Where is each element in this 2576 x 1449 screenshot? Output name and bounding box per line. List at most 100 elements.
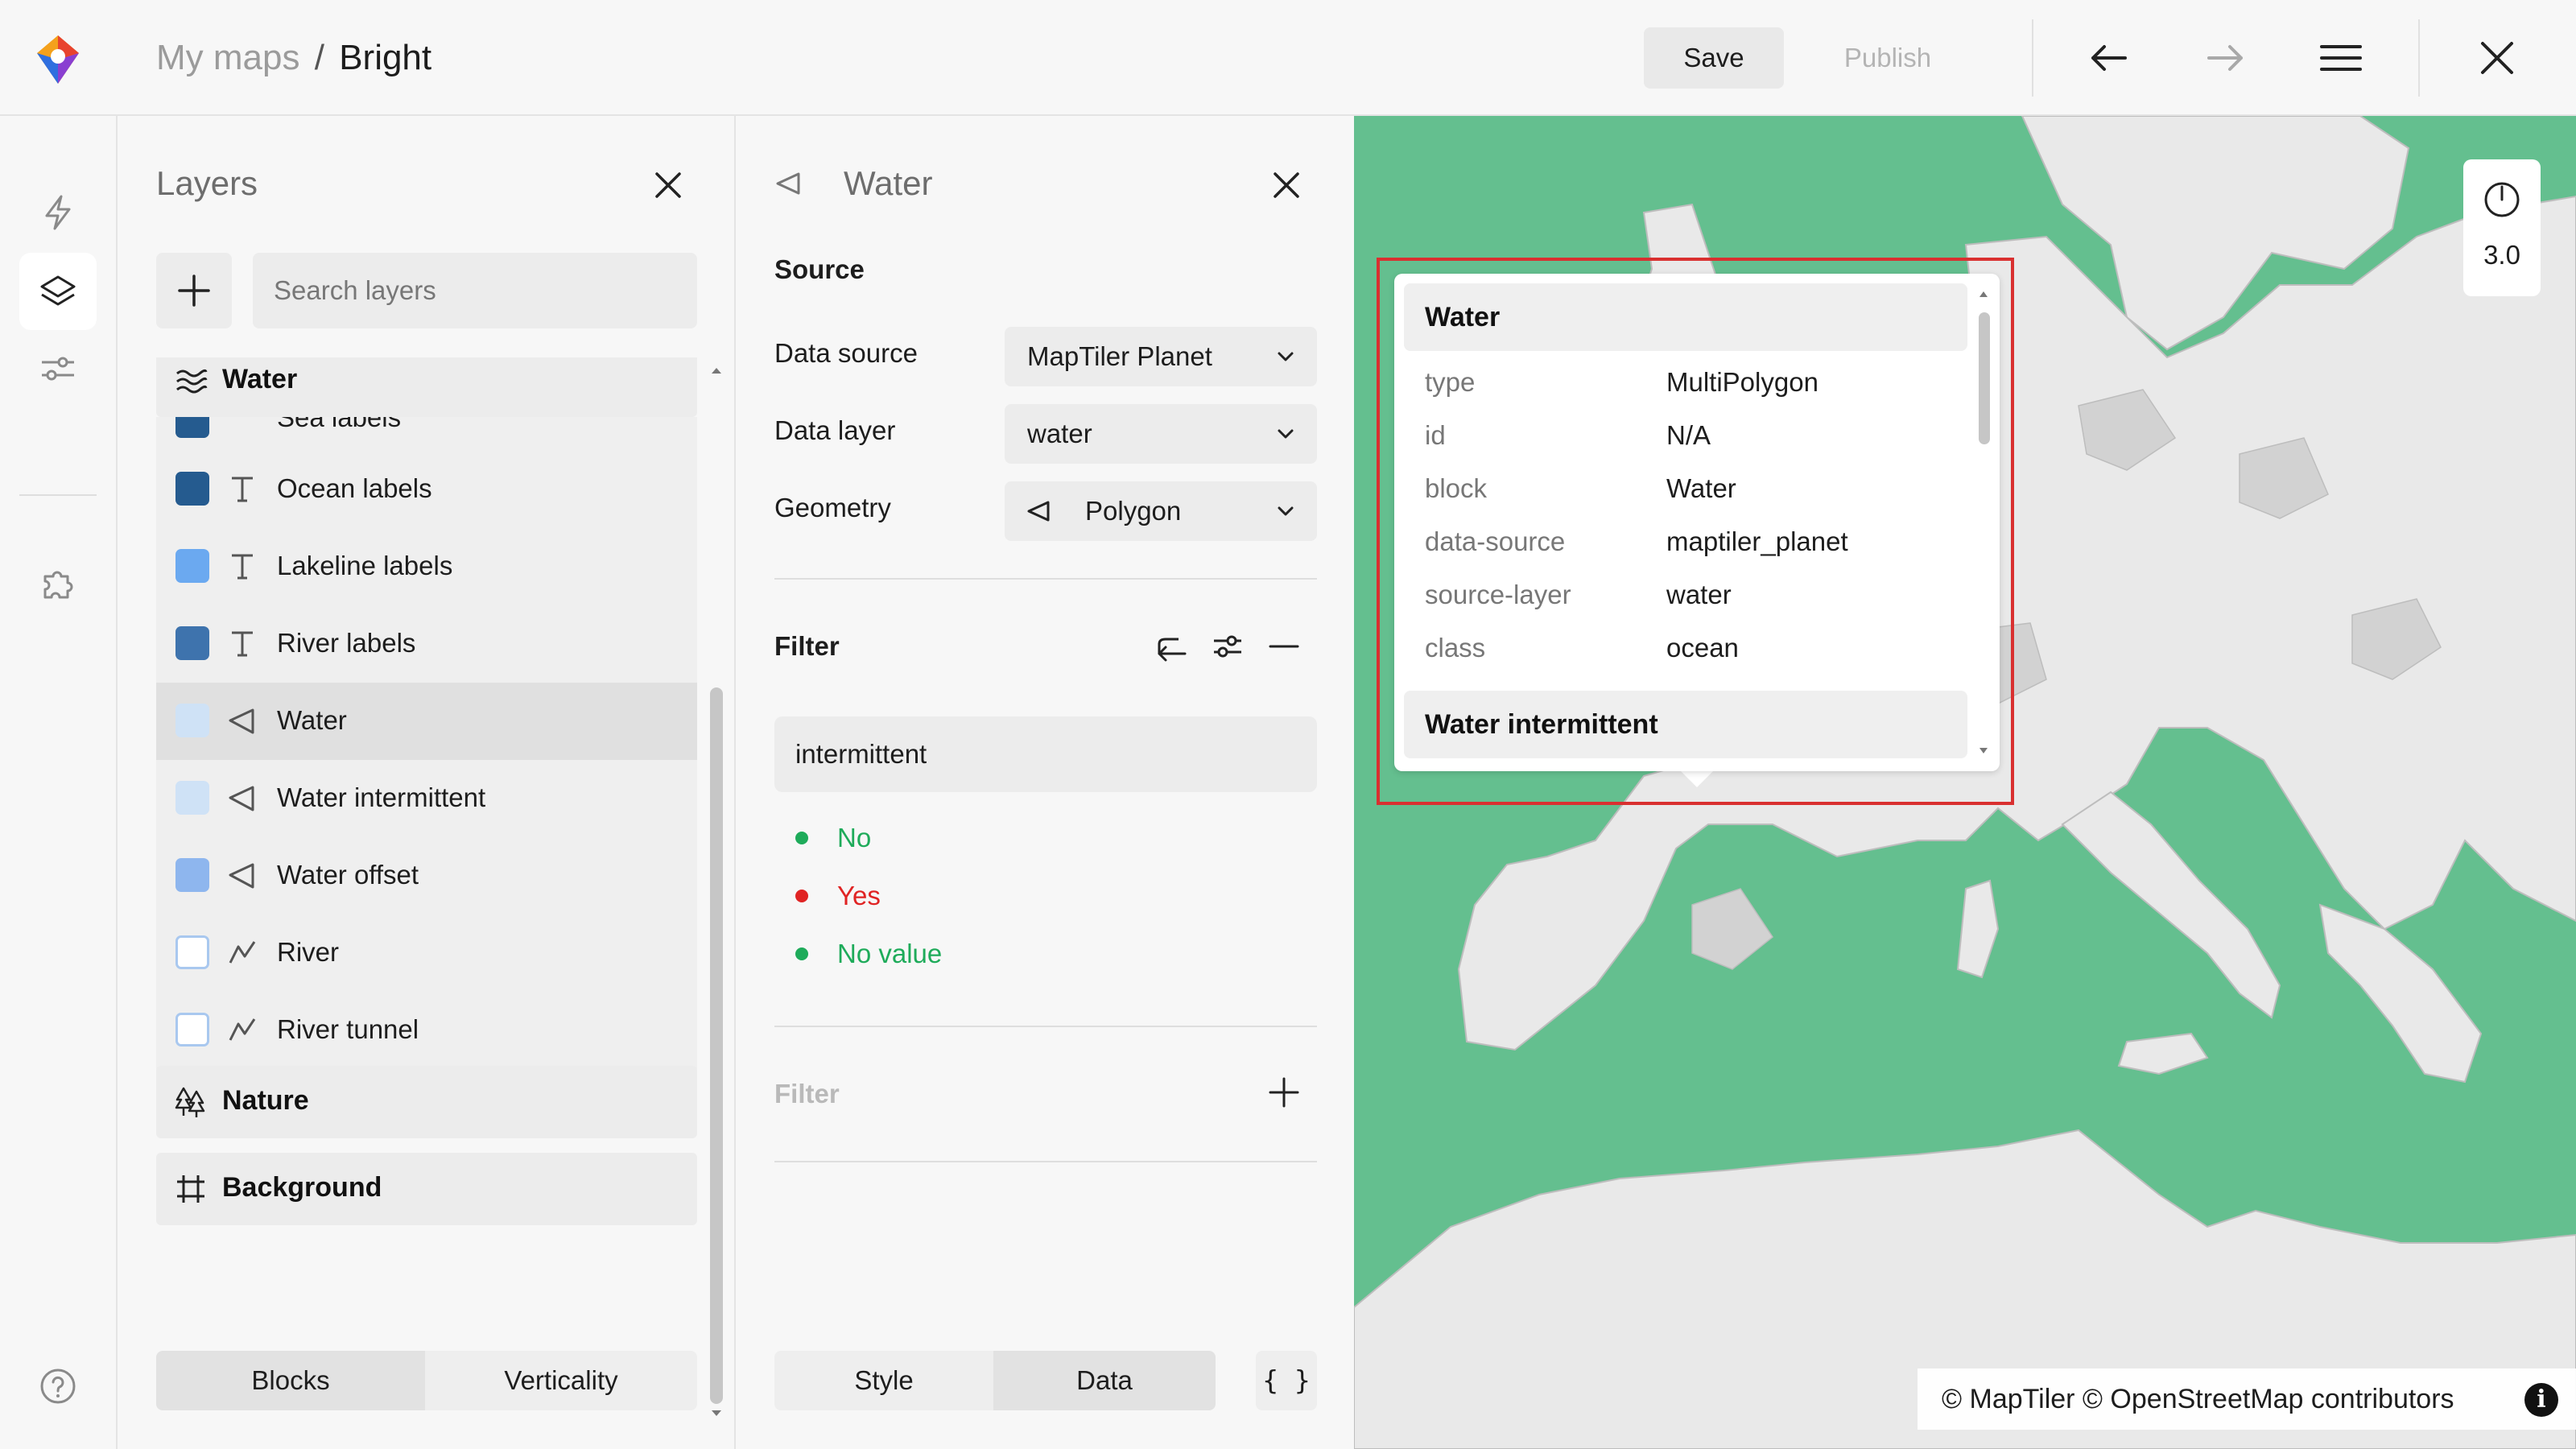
polygon-layer-icon — [776, 172, 800, 195]
rail-layers[interactable] — [19, 253, 97, 330]
close-icon[interactable] — [2473, 34, 2521, 82]
group-header-nature[interactable]: Nature — [156, 1066, 697, 1138]
layer-color-swatch[interactable] — [175, 704, 209, 737]
chevron-down-icon — [1278, 506, 1294, 516]
layer-color-swatch[interactable] — [175, 549, 209, 583]
select-value: water — [1027, 419, 1092, 448]
scroll-down-icon[interactable] — [710, 1409, 723, 1418]
publish-button[interactable]: Publish — [1819, 27, 1956, 89]
layer-list-scroll-thumb[interactable] — [710, 687, 723, 1404]
polygon-icon — [1027, 501, 1050, 522]
mode-tab-blocks[interactable]: Blocks — [156, 1351, 425, 1410]
search-layers-input[interactable]: Search layers — [253, 253, 697, 328]
rail-plugins[interactable] — [19, 546, 97, 623]
rail-settings[interactable] — [19, 330, 97, 407]
close-layers-icon[interactable] — [650, 167, 686, 203]
layer-row[interactable]: River labels — [156, 605, 697, 683]
layer-row-sea-labels[interactable]: Sea labels — [156, 417, 697, 451]
lightning-bolt-icon — [45, 195, 71, 230]
scroll-up-icon[interactable] — [1979, 290, 1988, 298]
layer-name: River tunnel — [277, 1014, 419, 1044]
data-source-label: Data source — [774, 338, 918, 368]
tab-data[interactable]: Data — [993, 1351, 1216, 1410]
layer-color-swatch[interactable] — [175, 1013, 209, 1046]
source-heading: Source — [774, 254, 865, 284]
layer-row[interactable]: Water offset — [156, 837, 697, 914]
property-value: N/A — [1666, 420, 1711, 450]
save-button[interactable]: Save — [1644, 27, 1784, 89]
add-layer-button[interactable] — [156, 253, 232, 328]
menu-hamburger-icon[interactable] — [2317, 34, 2365, 82]
json-editor-button[interactable]: { } — [1256, 1351, 1317, 1410]
property-key: type — [1425, 367, 1476, 397]
layer-color-swatch[interactable] — [175, 626, 209, 660]
rail-divider — [19, 494, 97, 496]
data-source-select[interactable]: MapTiler Planet — [1005, 327, 1317, 386]
text-layer-icon — [232, 554, 253, 580]
layers-stack-icon — [40, 275, 76, 306]
filter-option-yes[interactable]: Yes — [774, 881, 881, 911]
plus-icon — [178, 275, 210, 307]
group-header-background[interactable]: Background — [156, 1153, 697, 1225]
chevron-down-icon — [1278, 352, 1294, 361]
property-key: class — [1425, 633, 1486, 663]
left-rail — [0, 116, 118, 1449]
add-filter-plus-icon[interactable] — [1267, 1075, 1301, 1109]
filter-option-no[interactable]: No — [774, 823, 871, 853]
line-layer-icon — [229, 1018, 256, 1041]
zoom-control[interactable]: 3.0 — [2463, 159, 2541, 296]
status-dot-icon — [795, 832, 808, 845]
divider — [2032, 19, 2033, 97]
tab-style[interactable]: Style — [774, 1351, 993, 1410]
divider — [774, 578, 1317, 580]
divider — [774, 1161, 1317, 1162]
filter-settings-sliders-icon[interactable] — [1211, 630, 1245, 663]
layer-name: Ocean labels — [277, 473, 432, 503]
layer-color-swatch[interactable] — [175, 935, 209, 969]
maptiler-logo[interactable] — [31, 32, 85, 87]
property-value: ocean — [1666, 633, 1739, 663]
layer-row[interactable]: River — [156, 914, 697, 992]
attribution-text[interactable]: © MapTiler © OpenStreetMap contributors — [1942, 1384, 2454, 1414]
layers-panel-title: Layers — [156, 164, 258, 202]
group-header-water[interactable]: Water — [156, 357, 697, 417]
popup-scroll-thumb[interactable] — [1979, 312, 1990, 444]
scroll-down-icon[interactable] — [1979, 747, 1988, 755]
popup-next-layer-heading[interactable]: Water intermittent — [1404, 691, 1967, 758]
layer-name: Sea labels — [277, 417, 402, 432]
layer-color-swatch[interactable] — [175, 417, 209, 438]
filter-option-no-value[interactable]: No value — [774, 939, 942, 969]
breadcrumb-my-maps[interactable]: My maps — [156, 38, 299, 77]
remove-filter-minus-icon[interactable] — [1267, 630, 1301, 663]
data-layer-select[interactable]: water — [1005, 404, 1317, 464]
layer-row-selected[interactable]: Water — [156, 683, 697, 760]
filter-undo-icon[interactable] — [1154, 630, 1188, 663]
feature-inspect-popup[interactable]: Water type MultiPolygon id N/A block Wat… — [1394, 274, 2000, 771]
property-key: data-source — [1425, 526, 1566, 556]
info-icon[interactable]: i — [2524, 1383, 2558, 1417]
filter-field-select[interactable]: intermittent — [774, 716, 1317, 792]
rail-quick-actions[interactable] — [19, 174, 97, 251]
geometry-select[interactable]: Polygon — [1005, 481, 1317, 541]
rail-help[interactable] — [19, 1348, 97, 1425]
editor-layer-title[interactable]: Water — [844, 164, 932, 203]
layer-color-swatch[interactable] — [175, 781, 209, 815]
layer-name: River — [277, 937, 340, 967]
group-label: Nature — [222, 1085, 309, 1116]
redo-arrow-right-icon[interactable] — [2201, 34, 2249, 82]
filter-option-label: No value — [837, 939, 943, 968]
layer-color-swatch[interactable] — [175, 472, 209, 506]
close-editor-icon[interactable] — [1269, 167, 1304, 203]
layer-color-swatch[interactable] — [175, 858, 209, 892]
layer-row[interactable]: Water intermittent — [156, 760, 697, 837]
undo-arrow-left-icon[interactable] — [2085, 34, 2133, 82]
scroll-up-icon[interactable] — [710, 365, 723, 375]
map-canvas[interactable]: 3.0 Water type MultiPolygon id N/A block… — [1354, 116, 2576, 1449]
layer-row[interactable]: River tunnel — [156, 992, 697, 1069]
compass-reset-north-icon[interactable] — [2483, 180, 2521, 219]
layer-row[interactable]: Lakeline labels — [156, 528, 697, 605]
mode-tab-verticality[interactable]: Verticality — [425, 1351, 697, 1410]
property-value: maptiler_planet — [1666, 526, 1848, 556]
filter-option-label: Yes — [837, 881, 881, 910]
layer-row[interactable]: Ocean labels — [156, 451, 697, 528]
